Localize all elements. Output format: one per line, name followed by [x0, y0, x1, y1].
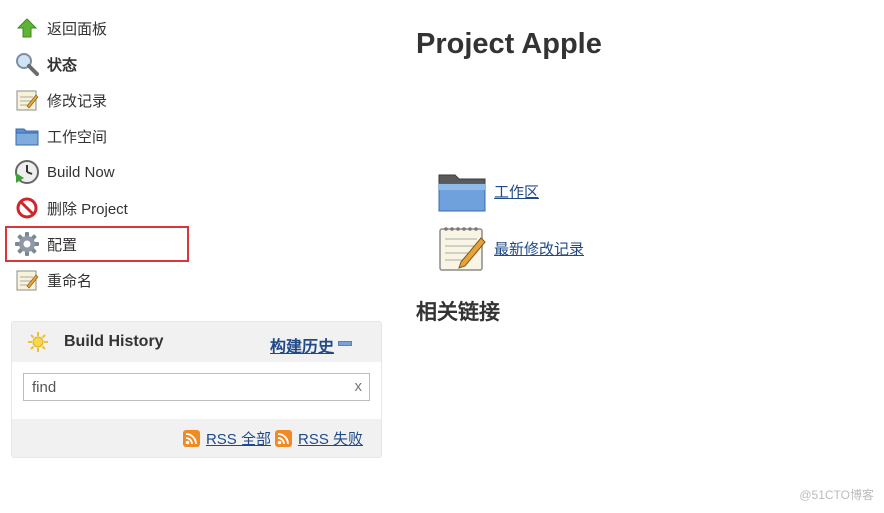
sidebar-item-label: 重命名 [47, 272, 93, 290]
build-history-body: x [12, 362, 381, 419]
clock-play-icon [14, 159, 40, 185]
build-history-trend-link[interactable]: 构建历史 [270, 333, 334, 357]
build-history-title: Build History [64, 333, 164, 350]
sidebar-item-label: Build Now [47, 163, 115, 181]
notepad-icon [437, 225, 487, 271]
sidebar-item-configure[interactable]: 配置 [5, 226, 189, 262]
collapse-icon[interactable] [338, 341, 352, 346]
sidebar-item-back-to-dashboard[interactable]: 返回面板 [10, 10, 200, 46]
gear-icon [14, 231, 40, 257]
rss-icon [274, 429, 292, 447]
recent-changes-link-label: 最新修改记录 [494, 240, 585, 258]
sidebar-item-rename[interactable]: 重命名 [10, 262, 200, 298]
workspace-link-label: 工作区 [494, 183, 540, 201]
sun-icon [28, 332, 48, 352]
watermark: @51CTO博客 [799, 488, 874, 502]
clear-icon[interactable]: x [355, 378, 363, 395]
page-title: Project Apple [416, 28, 602, 60]
build-history-header: Build History 构建历史 [12, 322, 381, 362]
no-entry-icon [14, 195, 40, 221]
search-input[interactable] [24, 374, 334, 400]
related-links-title: 相关链接 [416, 301, 500, 324]
folder-icon [437, 168, 487, 214]
rss-all-label: RSS 全部 [205, 430, 271, 448]
sidebar-item-changes[interactable]: 修改记录 [10, 82, 200, 118]
rss-failed-label: RSS 失败 [297, 430, 363, 448]
sidebar-item-label: 修改记录 [47, 92, 108, 110]
folder-icon [14, 123, 40, 149]
sidebar-item-status[interactable]: 状态 [10, 46, 200, 82]
sidebar-item-label: 返回面板 [47, 20, 108, 38]
magnifier-icon [14, 51, 40, 77]
sidebar-item-label: 状态 [47, 56, 78, 74]
notepad-icon [14, 87, 40, 113]
recent-changes-link[interactable]: 最新修改记录 [437, 225, 584, 271]
build-history-panel: Build History 构建历史 x RSS 全部 RSS 失败 [11, 321, 382, 458]
build-history-footer: RSS 全部 RSS 失败 [12, 419, 381, 457]
build-history-search: x [23, 373, 370, 401]
up-arrow-icon [14, 15, 40, 41]
sidebar-item-workspace[interactable]: 工作空间 [10, 118, 200, 154]
notepad-icon [14, 267, 40, 293]
workspace-link[interactable]: 工作区 [437, 168, 539, 214]
sidebar-item-label: 配置 [47, 236, 78, 254]
rss-failed-link[interactable]: RSS 失败 [274, 428, 363, 449]
sidebar-tasks: 返回面板 状态 修改记录 工作空间 Build Now 删除 Project 配… [5, 10, 200, 298]
sidebar-item-build-now[interactable]: Build Now [10, 154, 200, 190]
sidebar-item-label: 删除 Project [47, 200, 128, 218]
sidebar-item-label: 工作空间 [47, 128, 108, 146]
sidebar-item-delete-project[interactable]: 删除 Project [10, 190, 200, 226]
rss-all-link[interactable]: RSS 全部 [182, 428, 271, 449]
rss-icon [182, 429, 200, 447]
